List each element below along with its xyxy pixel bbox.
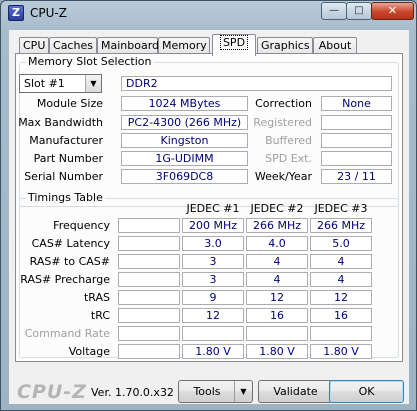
chevron-down-icon[interactable]: ▼ bbox=[85, 75, 101, 92]
module-size-value: 1024 MBytes bbox=[121, 96, 248, 111]
timing-cell bbox=[182, 326, 244, 341]
tab-spd[interactable]: SPD bbox=[212, 34, 256, 56]
buffered-value bbox=[321, 133, 392, 148]
timing-cell: 4 bbox=[246, 254, 308, 269]
timing-cell: 1.80 V bbox=[310, 344, 372, 359]
timing-cell: 4.0 bbox=[246, 236, 308, 251]
timing-cell: 1.80 V bbox=[246, 344, 308, 359]
timing-cell: 4 bbox=[310, 272, 372, 287]
timing-cell: 3 bbox=[182, 254, 244, 269]
tab-spd-label: SPD bbox=[219, 35, 249, 50]
chevron-down-icon[interactable]: ▼ bbox=[234, 381, 252, 402]
timing-row-label: tRC bbox=[90, 309, 110, 322]
timing-row-label: Command Rate bbox=[24, 327, 110, 340]
slot-select[interactable]: Slot #1 ▼ bbox=[19, 74, 102, 93]
registered-value bbox=[321, 115, 392, 130]
minimize-button[interactable]: — bbox=[321, 2, 347, 20]
timing-cell: 266 MHz bbox=[246, 218, 308, 233]
maximize-button[interactable]: □ bbox=[346, 2, 372, 20]
timing-row-label: RAS# Precharge bbox=[20, 273, 110, 286]
spd-tab-panel: Memory Slot Selection Slot #1 ▼ DDR2 Mod… bbox=[15, 53, 403, 362]
spd-ext-label: SPD Ext. bbox=[265, 152, 312, 165]
cpuz-brand-logo: CPU-Z bbox=[17, 381, 87, 403]
serial-number-label: Serial Number bbox=[24, 170, 103, 183]
timing-row-spare-cell bbox=[118, 344, 180, 359]
timing-cell bbox=[310, 326, 372, 341]
timing-cell: 3.0 bbox=[182, 236, 244, 251]
timing-cell: 4 bbox=[310, 254, 372, 269]
serial-number-value: 3F069DC8 bbox=[121, 169, 248, 184]
timing-row-spare-cell bbox=[118, 326, 180, 341]
registered-label: Registered bbox=[253, 116, 312, 129]
version-label: Ver. 1.70.0.x32 bbox=[91, 386, 174, 399]
close-button[interactable]: ✕ bbox=[371, 2, 414, 20]
timing-cell: 16 bbox=[246, 308, 308, 323]
timings-column-header: JEDEC #1 bbox=[186, 202, 240, 215]
correction-label: Correction bbox=[255, 97, 312, 110]
timing-cell: 12 bbox=[246, 290, 308, 305]
memory-type-field: DDR2 bbox=[121, 76, 392, 91]
timing-cell: 16 bbox=[310, 308, 372, 323]
part-number-value: 1G-UDIMM bbox=[121, 151, 248, 166]
timings-column-header: JEDEC #2 bbox=[250, 202, 304, 215]
timing-cell: 4 bbox=[246, 272, 308, 287]
ok-button[interactable]: OK bbox=[329, 380, 404, 403]
module-size-label: Module Size bbox=[36, 97, 103, 110]
memory-slot-legend: Memory Slot Selection bbox=[26, 55, 154, 68]
max-bandwidth-label: Max Bandwidth bbox=[18, 116, 103, 129]
timings-legend: Timings Table bbox=[26, 191, 105, 204]
timing-cell: 5.0 bbox=[310, 236, 372, 251]
timing-cell bbox=[246, 326, 308, 341]
tools-button-label: Tools bbox=[193, 385, 221, 398]
timing-cell: 3 bbox=[182, 272, 244, 287]
timing-cell: 12 bbox=[310, 290, 372, 305]
timing-row-spare-cell bbox=[118, 236, 180, 251]
timing-row-label: tRAS bbox=[83, 291, 110, 304]
manufacturer-value: Kingston bbox=[121, 133, 248, 148]
timing-row-label: CAS# Latency bbox=[31, 237, 110, 250]
title-bar[interactable]: Z CPU-Z — □ ✕ bbox=[1, 1, 416, 27]
window-title: CPU-Z bbox=[30, 6, 67, 20]
cpuz-window: Z CPU-Z — □ ✕ CPU Caches Mainboard Memor… bbox=[0, 0, 417, 411]
client-area: CPU Caches Mainboard Memory SPD Graphics… bbox=[9, 30, 409, 404]
validate-button[interactable]: Validate bbox=[258, 380, 333, 403]
timing-row-label: RAS# to CAS# bbox=[29, 255, 110, 268]
timing-row-spare-cell bbox=[118, 218, 180, 233]
timing-cell: 266 MHz bbox=[310, 218, 372, 233]
timing-cell: 12 bbox=[182, 308, 244, 323]
timing-row-spare-cell bbox=[118, 272, 180, 287]
week-year-label: Week/Year bbox=[254, 170, 312, 183]
spd-ext-value bbox=[321, 151, 392, 166]
cpuz-app-icon: Z bbox=[8, 5, 24, 21]
timings-column-header: JEDEC #3 bbox=[314, 202, 368, 215]
manufacturer-label: Manufacturer bbox=[29, 134, 103, 147]
timing-row-label: Voltage bbox=[68, 345, 110, 358]
timing-cell: 9 bbox=[182, 290, 244, 305]
timing-row-spare-cell bbox=[118, 308, 180, 323]
timing-row-spare-cell bbox=[118, 254, 180, 269]
correction-value: None bbox=[321, 96, 392, 111]
slot-select-value: Slot #1 bbox=[24, 77, 65, 90]
timing-cell: 200 MHz bbox=[182, 218, 244, 233]
timing-row-label: Frequency bbox=[53, 219, 110, 232]
week-year-value: 23 / 11 bbox=[321, 169, 392, 184]
timing-row-spare-cell bbox=[118, 290, 180, 305]
buffered-label: Buffered bbox=[265, 134, 312, 147]
tools-button[interactable]: Tools ▼ bbox=[178, 380, 253, 403]
part-number-label: Part Number bbox=[33, 152, 103, 165]
max-bandwidth-value: PC2-4300 (266 MHz) bbox=[121, 115, 248, 130]
timing-cell: 1.80 V bbox=[182, 344, 244, 359]
